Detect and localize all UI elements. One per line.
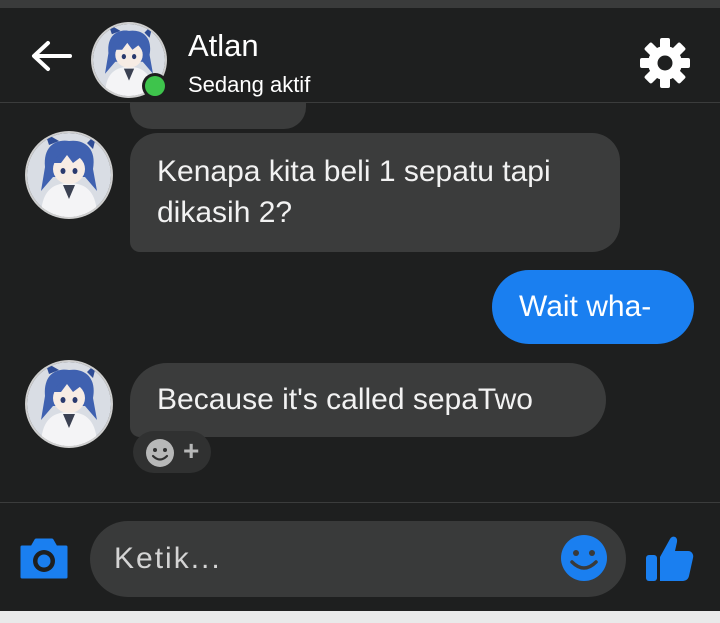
previous-message-bubble[interactable]	[130, 103, 306, 129]
thumbs-up-icon[interactable]	[642, 531, 696, 585]
composer-bar	[0, 502, 720, 612]
smiley-icon	[146, 439, 174, 467]
emoji-icon[interactable]	[559, 533, 609, 583]
message-list[interactable]: Kenapa kita beli 1 sepatu tapi dikasih 2…	[0, 103, 720, 501]
contact-status: Sedang aktif	[188, 72, 311, 97]
conversation-header: Atlan Sedang aktif	[0, 8, 720, 103]
nav-bar-strip	[0, 611, 720, 623]
camera-icon[interactable]	[18, 535, 70, 581]
reaction-plus: +	[183, 435, 200, 466]
contact-name[interactable]: Atlan	[188, 28, 259, 64]
status-bar-strip	[0, 0, 720, 8]
add-reaction-button[interactable]: +	[133, 431, 211, 473]
outgoing-message-bubble[interactable]: Wait wha-	[492, 270, 694, 344]
online-status-indicator	[145, 76, 165, 96]
incoming-message-bubble[interactable]: Kenapa kita beli 1 sepatu tapi dikasih 2…	[130, 133, 620, 252]
incoming-message-bubble[interactable]: Because it's called sepaTwo	[130, 363, 606, 437]
message-avatar[interactable]	[27, 133, 111, 217]
gear-icon[interactable]	[638, 36, 692, 90]
message-avatar[interactable]	[27, 362, 111, 446]
message-input[interactable]	[90, 521, 626, 597]
arrow-left-icon[interactable]	[28, 38, 76, 74]
